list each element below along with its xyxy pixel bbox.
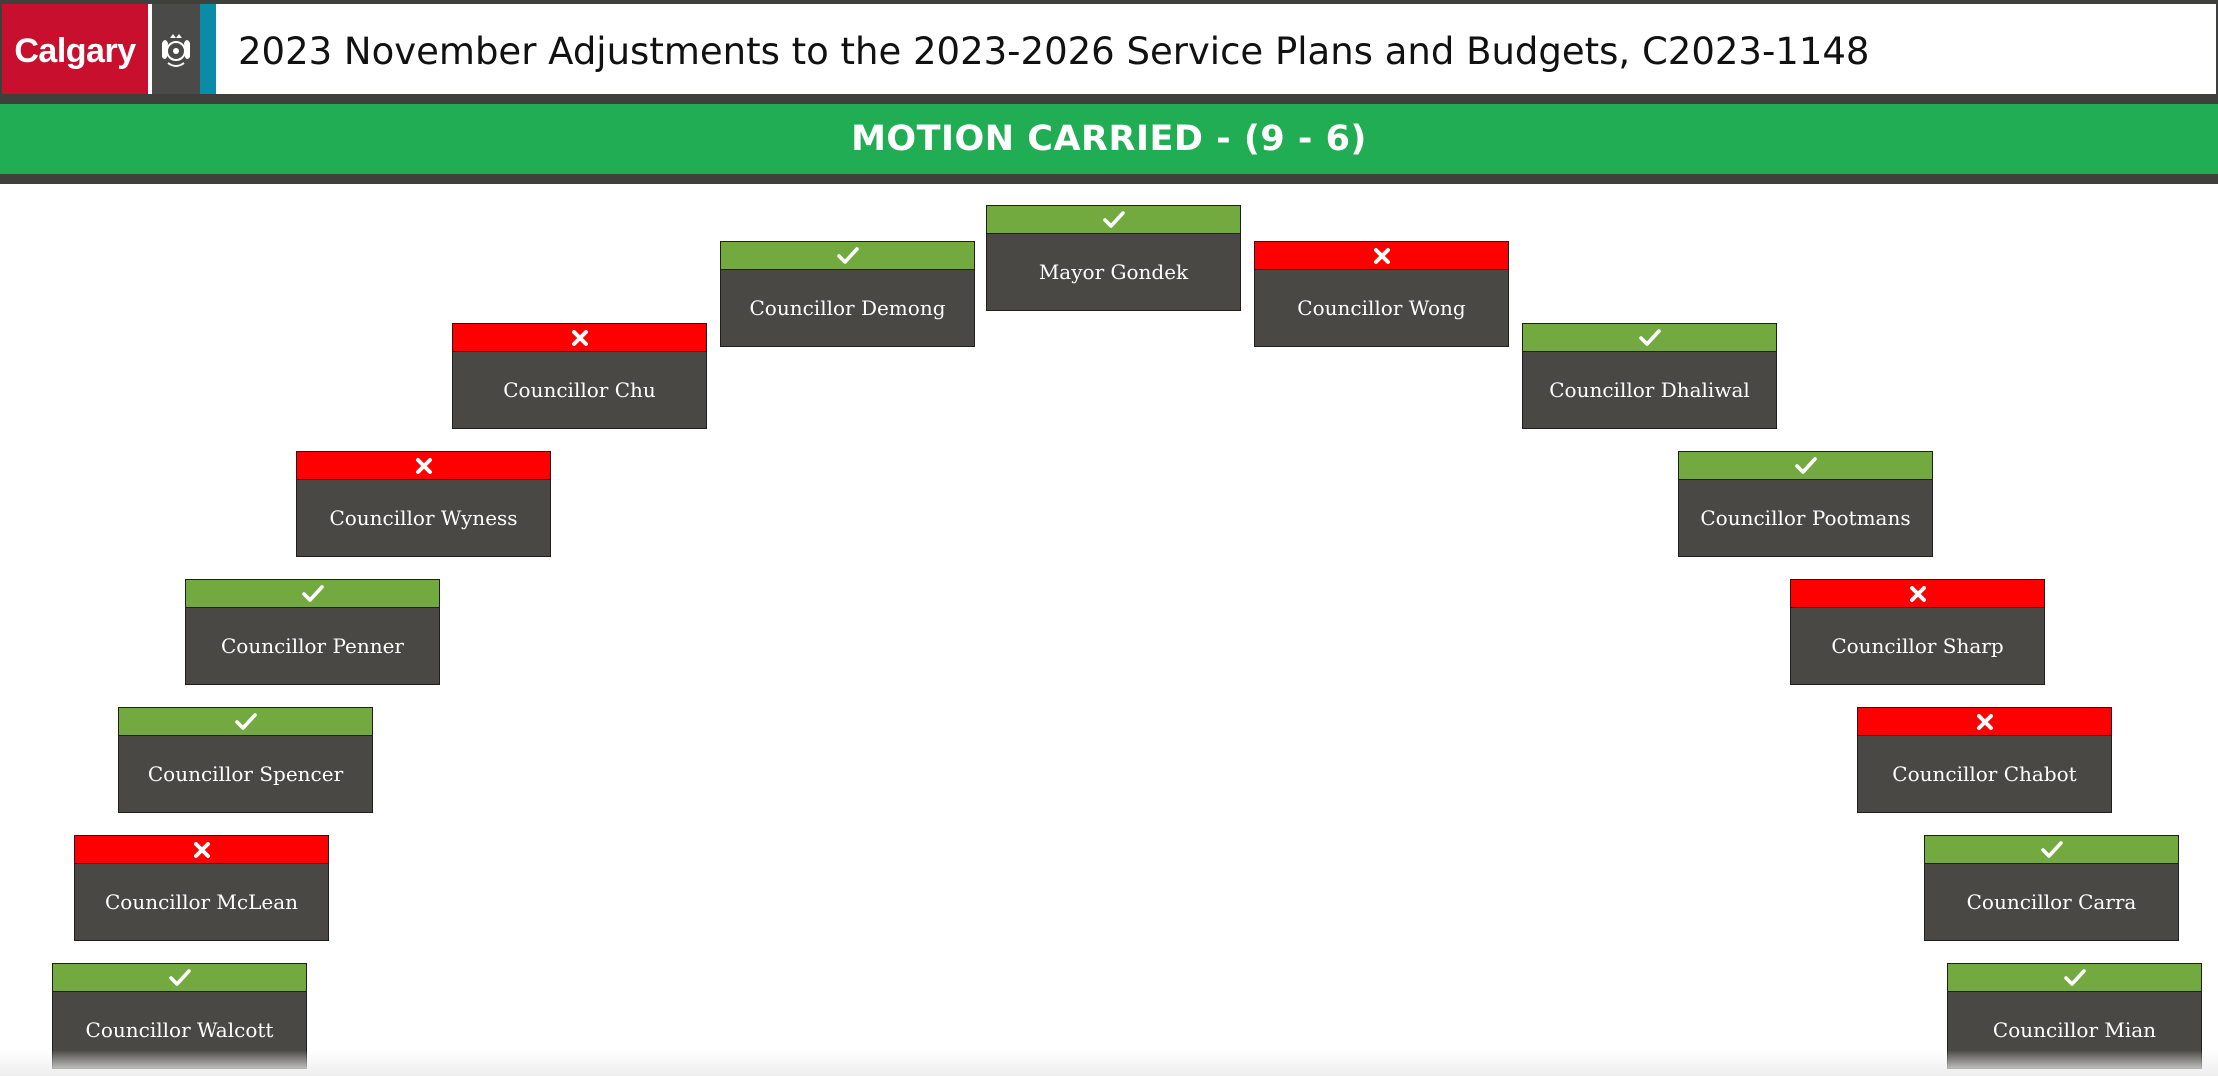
member-name: Councillor Chabot bbox=[1857, 735, 2112, 813]
vote-yes-bar bbox=[1947, 963, 2202, 992]
x-icon bbox=[1909, 585, 1927, 603]
vote-card: Councillor Pootmans bbox=[1678, 451, 1933, 557]
vote-no-bar bbox=[1254, 241, 1509, 270]
vote-yes-bar bbox=[986, 205, 1241, 234]
result-banner: MOTION CARRIED - (9 - 6) bbox=[0, 104, 2218, 174]
check-icon bbox=[301, 584, 325, 604]
check-icon bbox=[1794, 456, 1818, 476]
vote-card: Councillor Chu bbox=[452, 323, 707, 429]
city-crest-icon bbox=[152, 4, 200, 98]
vote-card: Councillor Demong bbox=[720, 241, 975, 347]
check-icon bbox=[168, 968, 192, 988]
vote-no-bar bbox=[1790, 579, 2045, 608]
member-name: Councillor Spencer bbox=[118, 735, 373, 813]
vote-no-bar bbox=[296, 451, 551, 480]
member-name: Councillor Penner bbox=[185, 607, 440, 685]
member-name: Councillor McLean bbox=[74, 863, 329, 941]
page-title: 2023 November Adjustments to the 2023-20… bbox=[238, 29, 1870, 73]
member-name: Councillor Wyness bbox=[296, 479, 551, 557]
vote-card: Councillor Chabot bbox=[1857, 707, 2112, 813]
member-name: Councillor Mian bbox=[1947, 991, 2202, 1069]
vote-yes-bar bbox=[118, 707, 373, 736]
vote-no-bar bbox=[1857, 707, 2112, 736]
vote-yes-bar bbox=[1678, 451, 1933, 480]
member-name: Councillor Chu bbox=[452, 351, 707, 429]
check-icon bbox=[2063, 968, 2087, 988]
vote-card: Councillor Sharp bbox=[1790, 579, 2045, 685]
vote-no-bar bbox=[74, 835, 329, 864]
vote-yes-bar bbox=[185, 579, 440, 608]
vote-yes-bar bbox=[1522, 323, 1777, 352]
member-name: Councillor Dhaliwal bbox=[1522, 351, 1777, 429]
logo-text: Calgary bbox=[14, 31, 136, 70]
vote-yes-bar bbox=[720, 241, 975, 270]
vote-card: Councillor Carra bbox=[1924, 835, 2179, 941]
x-icon bbox=[1976, 713, 1994, 731]
vote-no-bar bbox=[452, 323, 707, 352]
vote-card: Councillor Wong bbox=[1254, 241, 1509, 347]
member-name: Councillor Carra bbox=[1924, 863, 2179, 941]
vote-yes-bar bbox=[52, 963, 307, 992]
vote-display: Calgary 2023 November Adjustments to the… bbox=[0, 0, 2218, 1076]
bottom-fade bbox=[0, 1050, 2218, 1076]
header-divider bbox=[0, 94, 2218, 104]
x-icon bbox=[1373, 247, 1391, 265]
check-icon bbox=[1102, 210, 1126, 230]
vote-card: Councillor Spencer bbox=[118, 707, 373, 813]
member-name: Councillor Wong bbox=[1254, 269, 1509, 347]
vote-card: Councillor Dhaliwal bbox=[1522, 323, 1777, 429]
logo-accent-bar bbox=[200, 4, 216, 98]
x-icon bbox=[571, 329, 589, 347]
member-name: Councillor Demong bbox=[720, 269, 975, 347]
vote-card: Councillor Mian bbox=[1947, 963, 2202, 1069]
vote-card: Councillor Wyness bbox=[296, 451, 551, 557]
header: Calgary 2023 November Adjustments to the… bbox=[0, 0, 2218, 104]
x-icon bbox=[415, 457, 433, 475]
calgary-logo: Calgary bbox=[2, 4, 148, 98]
vote-card: Mayor Gondek bbox=[986, 205, 1241, 311]
x-icon bbox=[193, 841, 211, 859]
banner-divider bbox=[0, 174, 2218, 184]
result-label: MOTION CARRIED - (9 - 6) bbox=[851, 119, 1367, 159]
check-icon bbox=[836, 246, 860, 266]
member-name: Councillor Walcott bbox=[52, 991, 307, 1069]
vote-yes-bar bbox=[1924, 835, 2179, 864]
check-icon bbox=[1638, 328, 1662, 348]
check-icon bbox=[234, 712, 258, 732]
member-name: Mayor Gondek bbox=[986, 233, 1241, 311]
check-icon bbox=[2040, 840, 2064, 860]
vote-card: Councillor Walcott bbox=[52, 963, 307, 1069]
vote-card: Councillor McLean bbox=[74, 835, 329, 941]
member-name: Councillor Pootmans bbox=[1678, 479, 1933, 557]
vote-card: Councillor Penner bbox=[185, 579, 440, 685]
member-name: Councillor Sharp bbox=[1790, 607, 2045, 685]
